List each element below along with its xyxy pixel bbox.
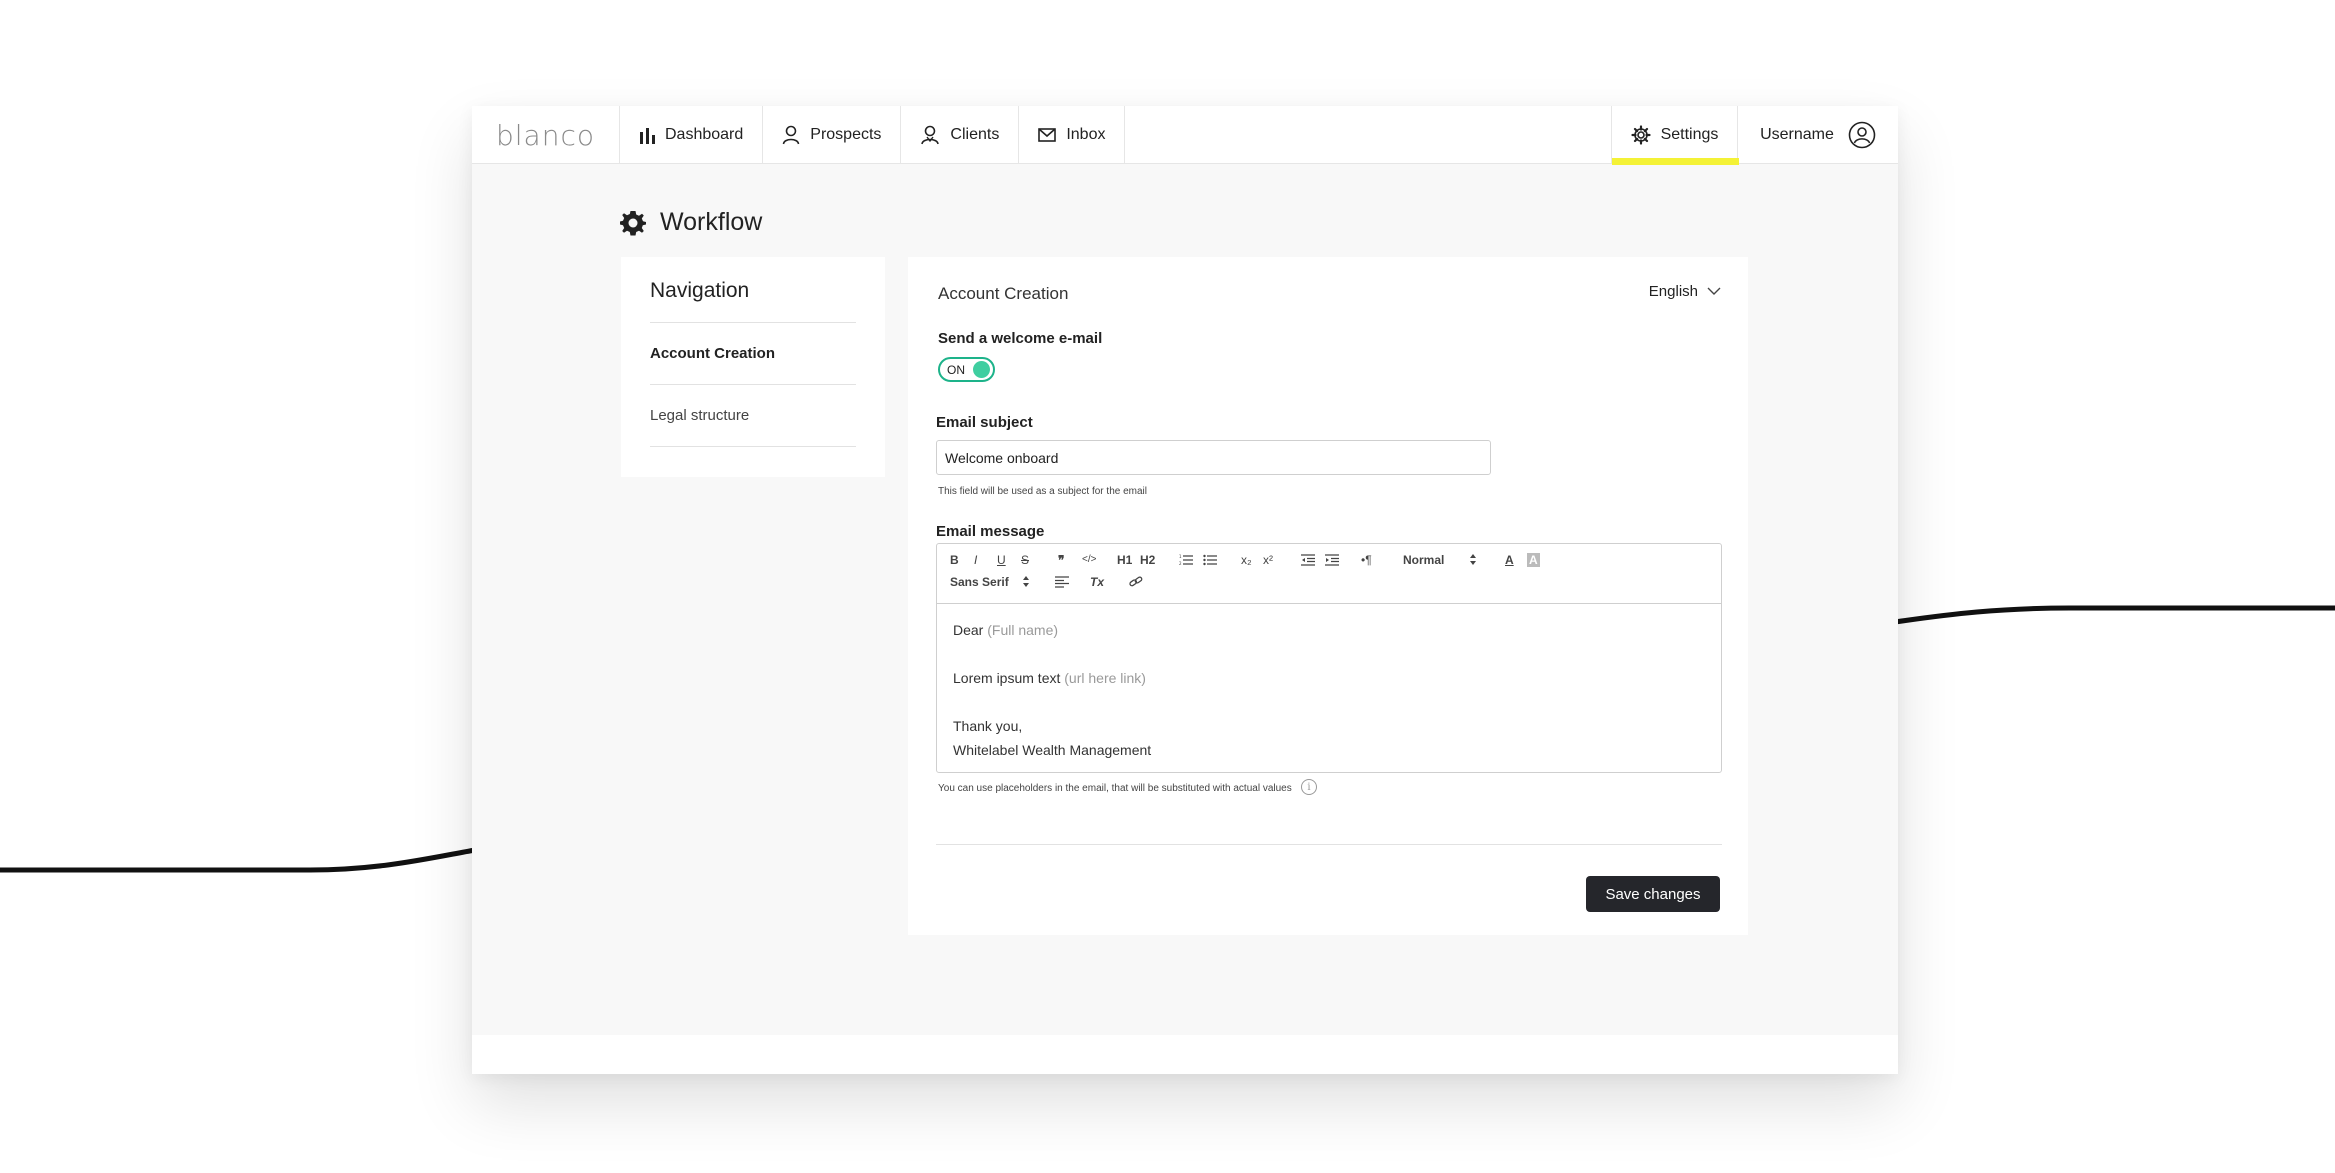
strike-button[interactable]: S [1021,553,1029,567]
subscript-button[interactable]: x₂ [1241,553,1252,567]
clients-icon [921,125,940,145]
cog-icon [620,210,646,235]
message-line: Dear (Full name) [953,618,1705,642]
underline-button[interactable]: U [997,553,1006,567]
header-1-button[interactable]: H1 [1117,553,1132,567]
message-line: Lorem ipsum text (url here link) [953,666,1705,690]
text-direction-button[interactable]: •¶ [1361,553,1372,567]
bullet-list-icon[interactable] [1203,554,1217,566]
avatar-icon [1848,121,1876,149]
greeting-text: Dear [953,622,984,638]
nav-inbox-label: Inbox [1066,126,1106,143]
welcome-email-label: Send a welcome e-mail [938,330,1103,347]
language-value: English [1648,283,1698,300]
save-changes-button[interactable]: Save changes [1586,876,1720,912]
text-color-button[interactable]: A [1505,553,1514,567]
email-subject-input[interactable] [936,440,1491,475]
editor-content[interactable]: Dear (Full name) Lorem ipsum text (url h… [937,604,1721,776]
nav-dashboard[interactable]: Dashboard [620,106,764,164]
nav-prospects[interactable]: Prospects [763,106,902,164]
size-select-arrows-icon [1470,554,1476,565]
active-tab-indicator [1612,158,1739,165]
placeholder-full-name: (Full name) [987,622,1059,638]
nav-dashboard-label: Dashboard [665,126,744,143]
code-block-button[interactable]: </> [1082,553,1096,567]
screen: blanco Dashboard Prospects Clients Inbox… [0,0,2335,1173]
bar-chart-icon [640,128,655,144]
italic-button[interactable]: I [974,553,977,567]
body-text: Lorem ipsum text [953,670,1061,686]
background-color-button[interactable]: A [1527,553,1540,567]
app-window: blanco Dashboard Prospects Clients Inbox… [472,106,1898,1074]
welcome-email-toggle[interactable]: ON [938,357,995,382]
chevron-down-icon [1707,287,1721,295]
nav-clients-label: Clients [950,126,1000,143]
placeholder-url: (url here link) [1064,670,1146,686]
info-icon[interactable]: i [1301,779,1317,795]
nav-prospects-label: Prospects [810,126,882,143]
clear-format-button[interactable]: Tx [1090,575,1104,589]
toggle-knob [973,361,990,378]
panel-title: Account Creation [938,284,1069,303]
font-family-select[interactable]: Sans Serif [950,575,1009,589]
superscript-button[interactable]: x² [1263,553,1273,567]
email-subject-hint: This field will be used as a subject for… [938,486,1147,497]
footer-bar [472,1035,1898,1074]
person-icon [782,125,800,145]
ordered-list-icon[interactable]: 12 [1179,554,1193,566]
header-2-button[interactable]: H2 [1140,553,1155,567]
language-select[interactable]: English [1649,283,1721,300]
nav-clients[interactable]: Clients [901,106,1020,164]
sidenav-item-legal-structure[interactable]: Legal structure [650,385,856,447]
user-menu[interactable]: Username [1738,106,1898,164]
decorative-curve-left [0,847,476,873]
nav-settings[interactable]: Settings [1611,106,1739,165]
page-title-text: Workflow [660,208,763,236]
signature-text: Whitelabel Wealth Management [953,742,1152,758]
blockquote-button[interactable]: ❞ [1058,553,1064,567]
sidenav-item-account-creation[interactable]: Account Creation [650,323,856,385]
indent-icon[interactable] [1325,554,1339,566]
email-message-label: Email message [936,523,1045,540]
divider [936,844,1722,845]
bold-button[interactable]: B [950,553,959,567]
toggle-state-label: ON [947,362,965,377]
decorative-curve-right [1894,605,2335,625]
nav-inbox[interactable]: Inbox [1019,106,1126,164]
align-icon[interactable] [1055,576,1069,588]
email-message-editor: B I U S ❞ </> H1 H2 12 x₂ x² •¶ Normal A… [936,543,1722,773]
email-message-hint: You can use placeholders in the email, t… [938,783,1292,794]
navigation-heading: Navigation [650,257,856,323]
envelope-icon [1038,128,1057,142]
outdent-icon[interactable] [1301,554,1315,566]
brand-logo[interactable]: blanco [472,106,620,164]
email-subject-label: Email subject [936,414,1033,431]
editor-toolbar: B I U S ❞ </> H1 H2 12 x₂ x² •¶ Normal A… [937,544,1721,604]
link-icon[interactable] [1129,576,1143,588]
top-navigation: blanco Dashboard Prospects Clients Inbox… [472,106,1898,165]
closing-text: Thank you, [953,718,1023,734]
account-creation-panel: Account Creation English Send a welcome … [908,257,1748,935]
nav-settings-label: Settings [1660,126,1719,143]
svg-text:2: 2 [1179,561,1182,566]
font-size-select[interactable]: Normal [1403,553,1444,567]
section-navigation: Navigation Account Creation Legal struct… [621,257,885,477]
font-select-arrows-icon [1023,576,1029,587]
svg-text:1: 1 [1179,554,1182,559]
gear-icon [1630,125,1651,145]
username-label: Username [1760,126,1834,143]
page-title: Workflow [620,208,762,237]
